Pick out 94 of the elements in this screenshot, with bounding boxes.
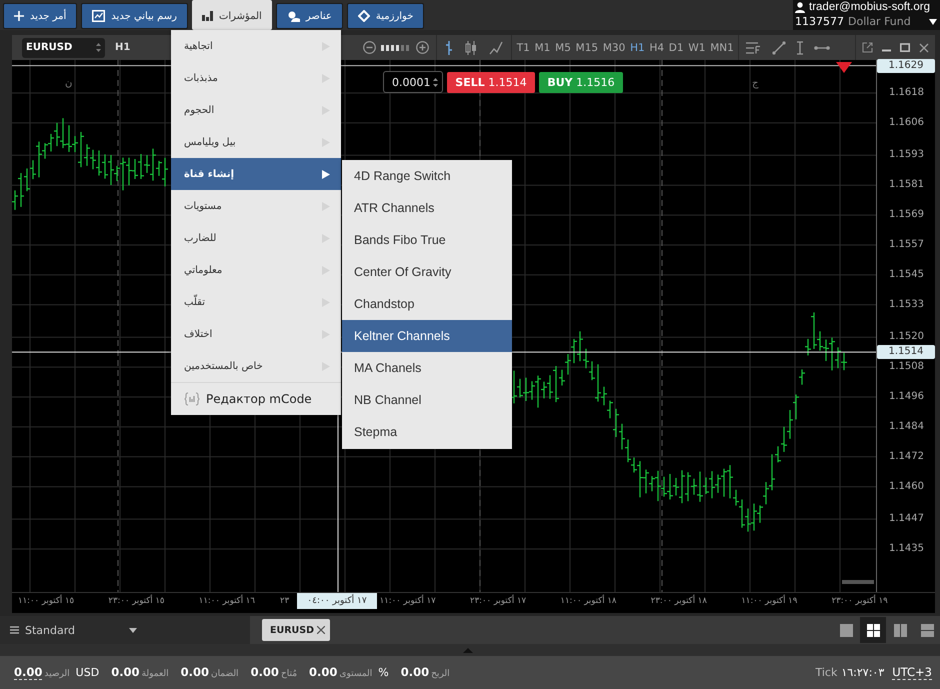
price-tick: 1.1447 bbox=[889, 512, 924, 526]
toolbar-button[interactable]: المؤشرات bbox=[192, 0, 272, 30]
chart-tab[interactable]: EURUSD bbox=[262, 619, 330, 641]
status-value: 0.00 bbox=[180, 665, 209, 679]
menu-item[interactable]: الحجوم bbox=[171, 94, 341, 126]
price-tick: 1.1545 bbox=[889, 268, 924, 282]
toolbar-button[interactable]: أمر جديد bbox=[3, 3, 78, 29]
chart-mark: ن bbox=[65, 78, 72, 89]
menu-item[interactable]: NB Channel bbox=[342, 384, 512, 416]
price-tick: 1.1520 bbox=[889, 330, 924, 344]
price-tick: 1.1496 bbox=[889, 390, 924, 404]
status-label: الربح bbox=[431, 669, 450, 679]
menu-item[interactable]: للضارب bbox=[171, 222, 341, 254]
status-unit: USD bbox=[76, 666, 100, 679]
menu-item[interactable]: مستويات bbox=[171, 190, 341, 222]
price-tick: 1.1557 bbox=[889, 238, 924, 252]
status-value: 0.00 bbox=[309, 665, 338, 679]
menu-item[interactable]: بيل ويليامس bbox=[171, 126, 341, 158]
menu-item[interactable]: Chandstop bbox=[342, 288, 512, 320]
menu-item[interactable]: اختلاف bbox=[171, 318, 341, 350]
account-number: 1137577 bbox=[795, 15, 844, 28]
price-tick: 1.1460 bbox=[889, 480, 924, 494]
price-tick: 1.1606 bbox=[889, 116, 924, 130]
menu-item[interactable]: Bands Fibo True bbox=[342, 224, 512, 256]
menu-item[interactable]: إنشاء قناة bbox=[171, 158, 341, 190]
timezone-select[interactable]: UTC+3 bbox=[892, 665, 932, 680]
menu-item[interactable]: Редактор mCode bbox=[171, 382, 341, 415]
account-panel[interactable]: trader@mobius-soft.org 1137577 Dollar Fund bbox=[793, 0, 940, 30]
time-tick: ١٩ أكتوبر ١١:٠٠ bbox=[741, 596, 798, 606]
price-tick: 1.1569 bbox=[889, 208, 924, 222]
price-tick: 1.1593 bbox=[889, 148, 924, 162]
menu-item[interactable]: مذبذبات bbox=[171, 62, 341, 94]
time-tick: ١٦ أكتوبر ١١:٠٠ bbox=[198, 596, 255, 606]
status-value[interactable]: 0.00 bbox=[14, 665, 42, 680]
period-label: H1 bbox=[115, 42, 130, 53]
time-tick: ١٧ أكتوبر ٢٣:٠٠ bbox=[470, 596, 526, 606]
status-unit: % bbox=[378, 666, 389, 679]
quantity-field[interactable]: 0.0001 bbox=[383, 71, 443, 93]
menu-item[interactable]: ATR Channels bbox=[342, 192, 512, 224]
toolbar-button[interactable]: رسم بياني جديد bbox=[81, 3, 188, 29]
status-label: الضمان bbox=[210, 669, 239, 679]
price-label: 1.1629 bbox=[877, 58, 935, 73]
time-tick: ١٩ أكتوبر ٢٣:٠٠ bbox=[832, 596, 888, 606]
price-tick: 1.1533 bbox=[889, 298, 924, 312]
menu-item[interactable]: معلوماتي bbox=[171, 254, 341, 286]
timeframe-button[interactable]: H1 bbox=[628, 42, 648, 54]
time-tick: ١٥ أكتوبر ٢٣:٠٠ bbox=[108, 596, 164, 606]
account-name: Dollar Fund bbox=[848, 15, 911, 28]
timeframe-button[interactable]: MN1 bbox=[708, 42, 736, 54]
time-tick: ٢٣ bbox=[280, 596, 290, 606]
menu-item[interactable]: خاص بالمستخدمين bbox=[171, 350, 341, 382]
time-tick: ١٥ أكتوبر ١١:٠٠ bbox=[18, 596, 74, 606]
price-tick: 1.1484 bbox=[889, 420, 924, 434]
timeframe-button[interactable]: M1 bbox=[532, 42, 553, 54]
timeframe-button[interactable]: H4 bbox=[647, 42, 666, 54]
symbol-select[interactable]: EURUSD bbox=[22, 38, 105, 58]
timeframe-button[interactable]: M15 bbox=[573, 42, 600, 54]
toolbar-button[interactable]: خوارزمية bbox=[346, 3, 424, 29]
menu-item[interactable]: MA Chanels bbox=[342, 352, 512, 384]
feed-mode: Tick bbox=[816, 666, 838, 679]
price-tick: 1.1618 bbox=[889, 86, 924, 100]
menu-item[interactable]: Center Of Gravity bbox=[342, 256, 512, 288]
status-value: 0.00 bbox=[111, 665, 140, 679]
chart-mark: ج bbox=[752, 78, 758, 89]
menu-item[interactable]: 4D Range Switch bbox=[342, 160, 512, 192]
status-label: مُتاح bbox=[280, 669, 298, 679]
time-tick: ١٧ أكتوبر ١١:٠٠ bbox=[380, 596, 436, 606]
timeframe-button[interactable]: W1 bbox=[686, 42, 708, 54]
sell-button[interactable]: SELL 1.1514 bbox=[447, 72, 535, 93]
clock-time: ١٦:٢٧:٠٣ bbox=[841, 666, 884, 679]
menu-item[interactable]: Keltner Channels bbox=[342, 320, 512, 352]
toolbar-button[interactable]: عناصر bbox=[276, 3, 343, 29]
time-label: ١٧ أكتوبر ٠٤:٠٠ bbox=[297, 593, 377, 609]
timeframe-button[interactable]: D1 bbox=[666, 42, 686, 54]
timeframe-button[interactable]: T1 bbox=[514, 42, 532, 54]
price-tick: 1.1508 bbox=[889, 360, 924, 374]
price-tick: 1.1435 bbox=[889, 542, 924, 556]
status-label: العمولة bbox=[142, 669, 169, 679]
menu-item[interactable]: اتجاهية bbox=[171, 30, 341, 62]
timeframe-button[interactable]: M5 bbox=[552, 42, 574, 54]
price-label: 1.1514 bbox=[877, 345, 935, 360]
status-label: المستوى bbox=[339, 669, 372, 679]
menu-item[interactable]: Stepma bbox=[342, 416, 512, 448]
status-value: 0.00 bbox=[250, 665, 279, 679]
time-tick: ١٨ أكتوبر ٢٣:٠٠ bbox=[650, 596, 707, 606]
time-tick: ١٨ أكتوبر ١١:٠٠ bbox=[560, 596, 616, 606]
status-label: الرصيد bbox=[44, 669, 70, 679]
account-email: trader@mobius-soft.org bbox=[809, 1, 930, 13]
status-value: 0.00 bbox=[400, 665, 430, 679]
timeframe-button[interactable]: M30 bbox=[600, 42, 628, 54]
menu-item[interactable]: تقلّب bbox=[171, 286, 341, 318]
workspace-select[interactable]: Standard bbox=[0, 616, 250, 644]
price-tick: 1.1472 bbox=[889, 450, 924, 464]
price-tick: 1.1581 bbox=[889, 178, 924, 192]
